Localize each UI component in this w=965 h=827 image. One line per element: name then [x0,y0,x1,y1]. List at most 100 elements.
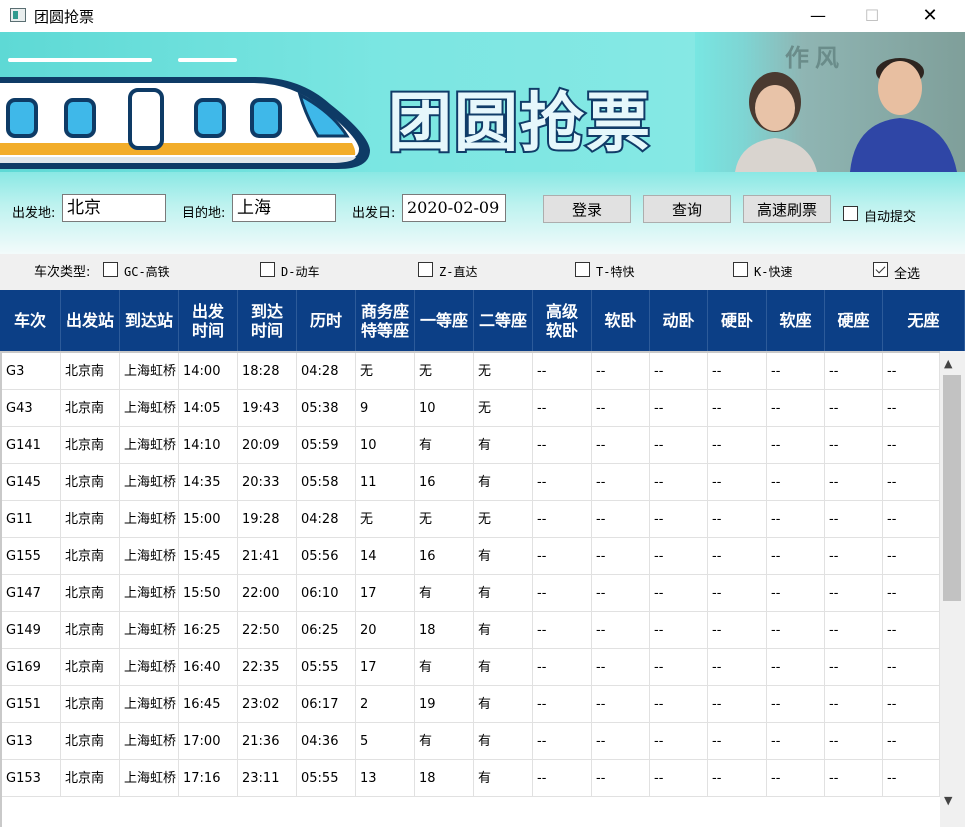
scroll-down-icon[interactable]: ▼ [944,794,952,807]
table-cell: 北京南 [61,501,120,538]
column-header[interactable]: 硬座 [825,290,883,351]
table-cell: -- [650,575,708,612]
table-cell: -- [592,390,650,427]
close-button[interactable]: ✕ [907,0,953,30]
train-type-option-label: K-快速 [754,265,793,279]
query-button[interactable]: 查询 [643,195,731,223]
column-header[interactable]: 出发 时间 [179,290,238,351]
table-cell: -- [883,538,940,575]
table-cell: G151 [2,686,61,723]
table-cell: 21:41 [238,538,297,575]
table-cell: G141 [2,427,61,464]
column-header[interactable]: 软卧 [592,290,650,351]
table-row[interactable]: G13 北京南 上海虹桥 17:00 21:36 04:36 5 有有 -- -- -- -- -- --… [2,723,940,760]
column-header[interactable]: 车次 [0,290,61,351]
table-cell: 北京南 [61,612,120,649]
vertical-scrollbar[interactable]: ▲ ▼ [940,351,965,827]
train-type-checkbox[interactable] [418,262,433,277]
table-cell: -- [592,686,650,723]
table-cell: G155 [2,538,61,575]
minimize-button[interactable]: — [795,0,841,30]
train-type-checkbox[interactable] [103,262,118,277]
table-row[interactable]: G149 北京南 上海虹桥 16:25 22:50 06:25 20 18 有 -- -- -- -- -… [2,612,940,649]
scroll-up-icon[interactable]: ▲ [944,357,952,370]
table-row[interactable]: G145 北京南 上海虹桥 14:35 20:33 05:58 11 16 有 -- -- -- -- -… [2,464,940,501]
train-type-checkbox[interactable] [873,262,888,277]
train-list[interactable]: G3 北京南 上海虹桥 14:00 18:28 04:28 无无无 -- -- -- -- -- -- -… [0,351,940,827]
table-cell: 上海虹桥 [120,760,179,797]
table-row[interactable]: G147 北京南 上海虹桥 15:50 22:00 06:10 17 有有 -- -- -- -- --… [2,575,940,612]
table-row[interactable]: G141 北京南 上海虹桥 14:10 20:09 05:59 10 有有 -- -- -- -- --… [2,427,940,464]
fast-refresh-button[interactable]: 高速刷票 [743,195,831,223]
table-cell: G3 [2,353,61,390]
table-cell: 北京南 [61,538,120,575]
train-type-checkbox[interactable] [733,262,748,277]
table-cell: -- [650,353,708,390]
table-cell: -- [708,427,767,464]
table-row[interactable]: G169 北京南 上海虹桥 16:40 22:35 05:55 17 有有 -- -- -- -- --… [2,649,940,686]
table-row[interactable]: G153 北京南 上海虹桥 17:16 23:11 05:55 13 18 有 -- -- -- -- -… [2,760,940,797]
from-station-input[interactable]: 北京 [62,194,166,222]
column-header[interactable]: 一等座 [415,290,474,351]
table-cell: 23:11 [238,760,297,797]
family-photo: 作风 [695,32,965,172]
column-header[interactable]: 商务座 特等座 [356,290,415,351]
column-header[interactable]: 二等座 [474,290,533,351]
table-row[interactable]: G3 北京南 上海虹桥 14:00 18:28 04:28 无无无 -- -- -- -- -- -- -… [2,353,940,390]
date-input[interactable]: 2020-02-09 [402,194,506,222]
table-cell: -- [592,353,650,390]
table-row[interactable]: G155 北京南 上海虹桥 15:45 21:41 05:56 14 16 有 -- -- -- -- -… [2,538,940,575]
table-cell: 14 [356,538,415,575]
table-cell: -- [883,353,940,390]
table-cell: -- [708,353,767,390]
table-cell: G147 [2,575,61,612]
train-type-label: 车次类型: [34,265,91,280]
table-cell: 北京南 [61,723,120,760]
table-cell: -- [883,686,940,723]
table-cell: -- [767,464,825,501]
table-row[interactable]: G151 北京南 上海虹桥 16:45 23:02 06:17 2 19 有 -- -- -- -- --… [2,686,940,723]
table-cell: 20 [356,612,415,649]
train-type-checkbox[interactable] [260,262,275,277]
to-station-input[interactable]: 上海 [232,194,336,222]
table-cell: -- [883,390,940,427]
table-row[interactable]: G43 北京南 上海虹桥 14:05 19:43 05:38 9 10 无 -- -- -- -- -- -… [2,390,940,427]
table-cell: 有 [474,723,533,760]
table-cell: 18:28 [238,353,297,390]
table-cell: 05:59 [297,427,356,464]
auto-submit-checkbox[interactable] [843,206,858,221]
login-button[interactable]: 登录 [543,195,631,223]
column-header[interactable]: 到达 时间 [238,290,297,351]
table-cell: 20:09 [238,427,297,464]
table-cell: 16:25 [179,612,238,649]
table-cell: -- [650,612,708,649]
column-header[interactable]: 动卧 [650,290,708,351]
table-cell: 北京南 [61,390,120,427]
table-cell: 北京南 [61,427,120,464]
column-header[interactable]: 软座 [767,290,825,351]
scroll-thumb[interactable] [943,375,961,601]
maximize-button[interactable]: ☐ [849,0,895,30]
table-cell: 22:00 [238,575,297,612]
table-cell: -- [767,501,825,538]
table-cell: 无 [474,353,533,390]
column-header[interactable]: 历时 [297,290,356,351]
table-cell: 17 [356,575,415,612]
table-cell: 15:45 [179,538,238,575]
table-cell: -- [767,575,825,612]
table-cell: 04:28 [297,501,356,538]
table-cell: 有 [474,612,533,649]
column-header[interactable]: 硬卧 [708,290,767,351]
table-cell: -- [767,538,825,575]
table-cell: 04:28 [297,353,356,390]
table-cell: 22:50 [238,612,297,649]
table-row[interactable]: G11 北京南 上海虹桥 15:00 19:28 04:28 无无无 -- -- -- -- -- --… [2,501,940,538]
table-cell: 18 [415,612,474,649]
train-type-checkbox[interactable] [575,262,590,277]
table-cell: -- [650,649,708,686]
column-header[interactable]: 到达站 [120,290,179,351]
column-header[interactable]: 出发站 [61,290,120,351]
table-cell: -- [592,649,650,686]
column-header[interactable]: 无座 [883,290,965,351]
column-header[interactable]: 高级 软卧 [533,290,592,351]
